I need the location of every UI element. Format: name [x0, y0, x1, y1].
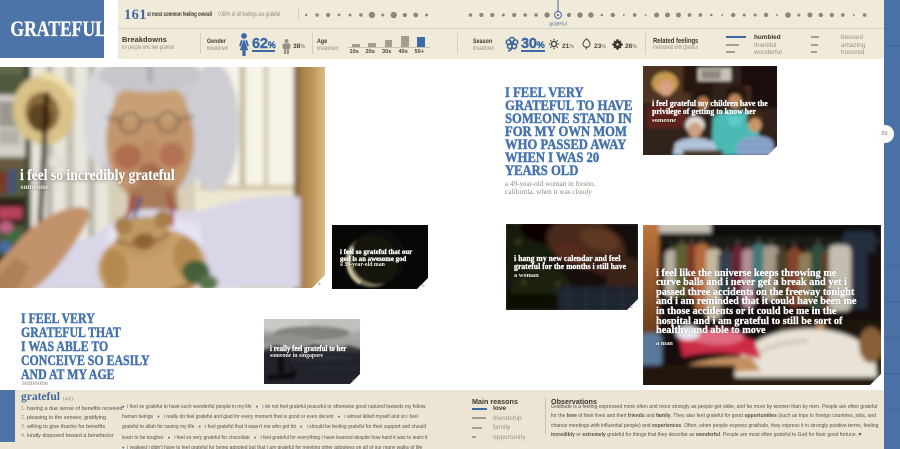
svg-text:grateful: grateful [549, 22, 567, 28]
